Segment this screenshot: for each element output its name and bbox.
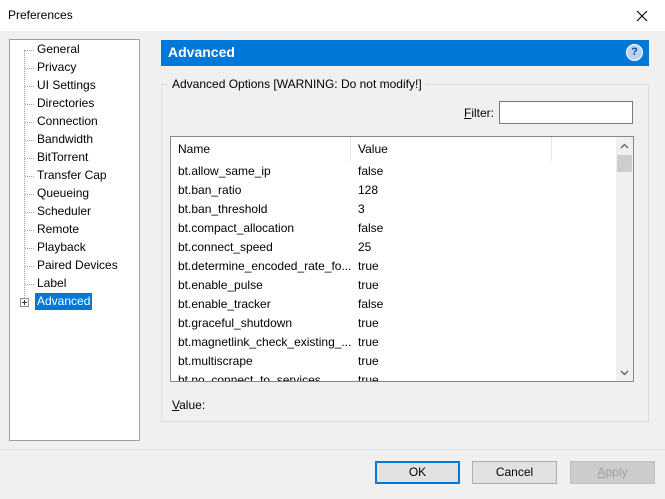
setting-value: true	[358, 354, 379, 368]
tree-connector	[25, 176, 34, 177]
cancel-button[interactable]: Cancel	[472, 461, 557, 484]
tree-connector	[25, 284, 34, 285]
value-label-text: alue:	[179, 398, 206, 412]
setting-name: bt.ban_ratio	[178, 183, 242, 197]
group-legend: Advanced Options [WARNING: Do not modify…	[168, 77, 426, 91]
tree-item-general[interactable]: General	[35, 41, 82, 58]
setting-value: false	[358, 221, 384, 235]
table-row[interactable]: bt.connect_speed 25	[171, 238, 617, 257]
list-header: Name Value	[171, 137, 617, 161]
tree-item-connection[interactable]: Connection	[35, 113, 100, 130]
table-row[interactable]: bt.ban_threshold 3	[171, 200, 617, 219]
tree-connector	[25, 86, 34, 87]
setting-name: bt.allow_same_ip	[178, 164, 271, 178]
table-row[interactable]: bt.allow_same_ip false	[171, 162, 617, 181]
tree-item-remote[interactable]: Remote	[35, 221, 81, 238]
ok-button[interactable]: OK	[375, 461, 460, 484]
filter-input[interactable]	[499, 101, 633, 124]
table-row[interactable]: bt.no_connect_to_services true	[171, 371, 617, 382]
filter-label-text: ilter:	[471, 106, 495, 120]
category-tree[interactable]: General Privacy UI Settings Directories …	[9, 39, 140, 441]
advanced-settings-list[interactable]: Name Value bt.allow_same_ip false bt.ban…	[170, 136, 634, 382]
tree-item-queueing[interactable]: Queueing	[35, 185, 91, 202]
setting-value: 128	[358, 183, 379, 197]
apply-button[interactable]: Apply	[570, 461, 655, 484]
tree-connector	[25, 68, 34, 69]
tree-connector	[25, 140, 34, 141]
table-row[interactable]: bt.multiscrape true	[171, 352, 617, 371]
table-row[interactable]: bt.enable_tracker false	[171, 295, 617, 314]
apply-button-accelerator: A	[597, 465, 606, 479]
panel-header: Advanced ?	[161, 40, 649, 66]
scrollbar-thumb[interactable]	[617, 155, 632, 172]
help-icon[interactable]: ?	[626, 44, 643, 61]
tree-item-playback[interactable]: Playback	[35, 239, 88, 256]
setting-name: bt.enable_tracker	[178, 297, 271, 311]
setting-value: true	[358, 278, 379, 292]
dialog-footer	[0, 450, 665, 499]
tree-connector	[25, 248, 34, 249]
tree-item-directories[interactable]: Directories	[35, 95, 96, 112]
tree-item-transfer-cap[interactable]: Transfer Cap	[35, 167, 109, 184]
chevron-up-icon	[620, 143, 629, 148]
setting-name: bt.determine_encoded_rate_fo...	[178, 259, 352, 273]
table-row[interactable]: bt.enable_pulse true	[171, 276, 617, 295]
tree-item-bandwidth[interactable]: Bandwidth	[35, 131, 95, 148]
vertical-scrollbar[interactable]	[616, 137, 633, 381]
chevron-down-icon	[620, 370, 629, 375]
column-header-value[interactable]: Value	[351, 137, 552, 161]
window-title: Preferences	[8, 8, 73, 22]
setting-value: 25	[358, 240, 372, 254]
tree-connector	[25, 50, 34, 51]
tree-connector	[25, 122, 34, 123]
table-row[interactable]: bt.magnetlink_check_existing_... true	[171, 333, 617, 352]
setting-name: bt.no_connect_to_services	[178, 373, 321, 382]
title-bar: Preferences	[0, 0, 665, 31]
setting-name: bt.enable_pulse	[178, 278, 263, 292]
tree-item-privacy[interactable]: Privacy	[35, 59, 78, 76]
tree-connector	[25, 104, 34, 105]
setting-name: bt.magnetlink_check_existing_...	[178, 335, 352, 349]
tree-item-paired-devices[interactable]: Paired Devices	[35, 257, 120, 274]
setting-value: true	[358, 316, 379, 330]
scroll-up-button[interactable]	[616, 137, 633, 154]
scroll-down-button[interactable]	[616, 364, 633, 381]
tree-item-bittorrent[interactable]: BitTorrent	[35, 149, 90, 166]
setting-value: true	[358, 259, 379, 273]
tree-item-label[interactable]: Label	[35, 275, 68, 292]
value-label: Value:	[172, 398, 205, 412]
setting-value: false	[358, 297, 384, 311]
table-row[interactable]: bt.ban_ratio 128	[171, 181, 617, 200]
tree-connector	[25, 194, 34, 195]
close-icon	[636, 10, 648, 21]
column-header-name[interactable]: Name	[171, 137, 351, 161]
apply-button-text: pply	[605, 465, 628, 479]
close-button[interactable]	[619, 0, 665, 31]
tree-item-advanced[interactable]: Advanced	[35, 293, 93, 310]
setting-value: true	[358, 373, 379, 382]
table-row[interactable]: bt.compact_allocation false	[171, 219, 617, 238]
table-row[interactable]: bt.determine_encoded_rate_fo... true	[171, 257, 617, 276]
setting-name: bt.ban_threshold	[178, 202, 268, 216]
setting-name: bt.compact_allocation	[178, 221, 295, 235]
tree-connector	[25, 230, 34, 231]
table-row[interactable]: bt.graceful_shutdown true	[171, 314, 617, 333]
setting-name: bt.multiscrape	[178, 354, 253, 368]
tree-connector	[25, 158, 34, 159]
tree-item-scheduler[interactable]: Scheduler	[35, 203, 93, 220]
tree-item-ui-settings[interactable]: UI Settings	[35, 77, 98, 94]
tree-connector	[25, 266, 34, 267]
setting-value: true	[358, 335, 379, 349]
panel-title: Advanced	[168, 44, 235, 60]
tree-connector	[25, 212, 34, 213]
setting-name: bt.connect_speed	[178, 240, 273, 254]
setting-value: 3	[358, 202, 365, 216]
setting-value: false	[358, 164, 384, 178]
filter-label: Filter:	[464, 106, 494, 120]
plus-expander-icon[interactable]	[20, 298, 29, 307]
setting-name: bt.graceful_shutdown	[178, 316, 293, 330]
